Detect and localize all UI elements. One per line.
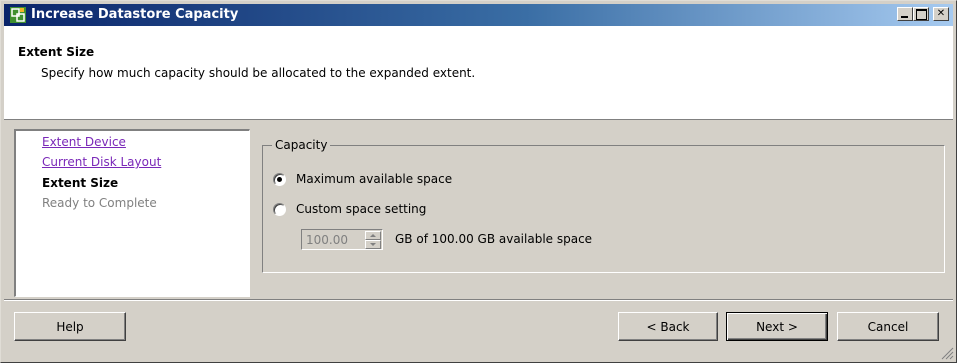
button-separator (4, 299, 953, 301)
radio-checked-icon[interactable] (273, 172, 286, 186)
close-icon[interactable]: ✕ (933, 7, 949, 21)
step-title: Extent Size (18, 45, 95, 59)
nav-current-disk-layout[interactable]: Current Disk Layout (42, 155, 161, 169)
next-button-label: Next > (756, 319, 798, 334)
resize-grip-icon[interactable] (940, 346, 954, 360)
window-title: Increase Datastore Capacity (31, 7, 239, 22)
next-button[interactable]: Next > (726, 312, 828, 341)
nav-ready-to-complete: Ready to Complete (42, 196, 157, 210)
max-space-option[interactable]: Maximum available space (273, 172, 452, 186)
max-space-label[interactable]: Maximum available space (296, 172, 452, 186)
cancel-button[interactable]: Cancel (837, 312, 939, 341)
dialog-window: Increase Datastore Capacity ✕ Extent Siz… (0, 0, 957, 363)
spin-down-arrow-icon[interactable] (365, 240, 381, 249)
back-button-label: < Back (646, 319, 690, 334)
cancel-button-label: Cancel (867, 319, 909, 334)
nav-extent-size: Extent Size (42, 176, 119, 190)
wizard-header: Extent Size Specify how much capacity sh… (4, 26, 953, 120)
wizard-step-list: Extent Device Current Disk Layout Extent… (14, 129, 250, 297)
nav-extent-device[interactable]: Extent Device (42, 135, 126, 149)
capacity-group-label: Capacity (272, 138, 331, 152)
capacity-stepper[interactable] (301, 229, 383, 250)
radio-unchecked-icon[interactable] (273, 202, 286, 216)
custom-space-label[interactable]: Custom space setting (296, 202, 426, 216)
minimize-icon[interactable] (897, 7, 913, 21)
back-button[interactable]: < Back (618, 312, 718, 341)
custom-space-option[interactable]: Custom space setting (273, 202, 426, 216)
maximize-icon[interactable] (913, 7, 929, 21)
available-space-note: GB of 100.00 GB available space (395, 232, 593, 246)
step-description: Specify how much capacity should be allo… (41, 66, 476, 80)
help-button[interactable]: Help (14, 312, 126, 341)
title-bar[interactable]: Increase Datastore Capacity ✕ (4, 4, 953, 26)
spin-up-arrow-icon[interactable] (365, 231, 381, 240)
vsphere-app-icon (10, 7, 26, 23)
capacity-input[interactable] (303, 231, 363, 248)
help-button-label: Help (56, 319, 84, 334)
